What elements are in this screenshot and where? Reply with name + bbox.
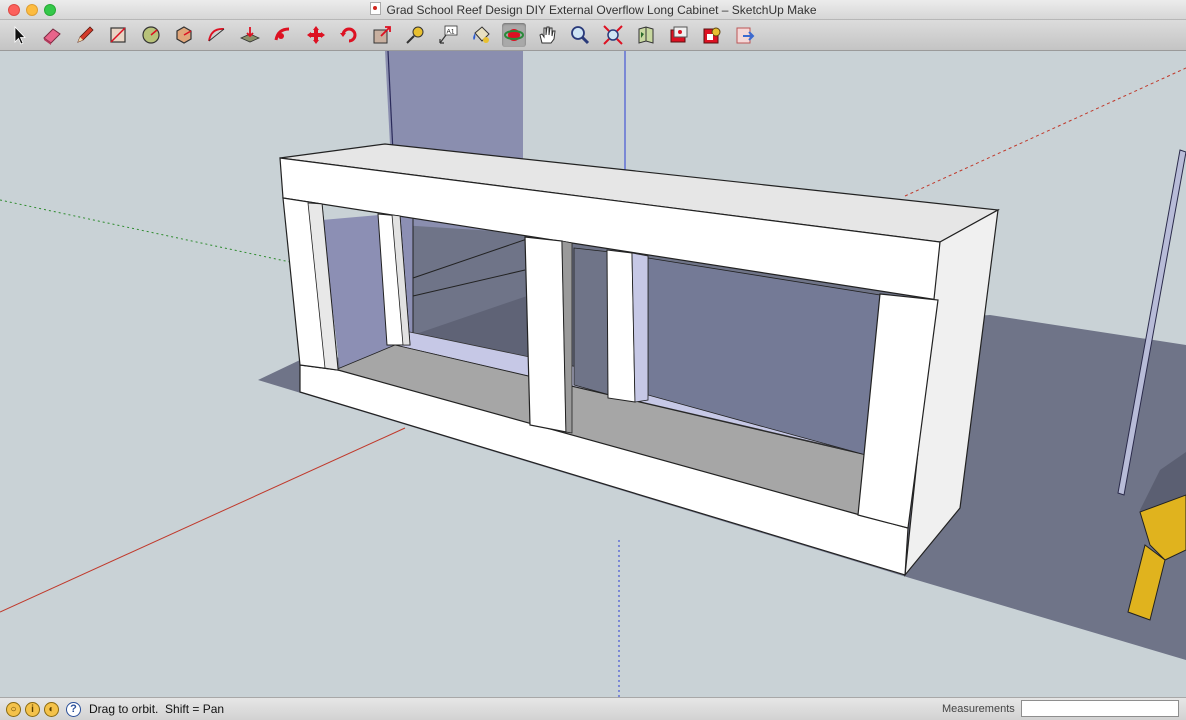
pencil-tool-button[interactable] [73, 23, 97, 47]
rectangle-tool-button[interactable] [106, 23, 130, 47]
share-model-icon [736, 27, 755, 44]
circle-tool-button[interactable] [139, 23, 163, 47]
help-icon[interactable]: ? [66, 702, 81, 717]
get-models-tool-button[interactable] [667, 23, 691, 47]
text-tool-label: A1 [447, 29, 455, 36]
green-axis [0, 199, 291, 263]
get-models-icon [670, 26, 688, 43]
text-tool-button[interactable]: A1 [436, 23, 460, 47]
polygon-tool-button[interactable] [172, 23, 196, 47]
pan-tool-button[interactable] [535, 23, 559, 47]
status-bar: ○ i ◐ ? Drag to orbit. Shift = Pan Measu… [0, 697, 1186, 720]
scale-icon [373, 26, 391, 44]
orbit-icon [504, 29, 524, 41]
follow-me-icon [274, 27, 290, 41]
sketchup-window: Grad School Reef Design DIY External Ove… [0, 0, 1186, 720]
share-model-tool-button[interactable] [733, 23, 757, 47]
eraser-icon [43, 28, 61, 45]
paint-bucket-tool-button[interactable] [469, 23, 493, 47]
polygon-icon [176, 26, 192, 44]
eraser-tool-button[interactable] [40, 23, 64, 47]
orbit-tool-button[interactable] [502, 23, 526, 47]
move-tool-button[interactable] [304, 23, 328, 47]
warehouse-icon [638, 26, 654, 44]
follow-me-tool-button[interactable] [271, 23, 295, 47]
select-tool-button[interactable] [7, 23, 31, 47]
document-icon [369, 2, 381, 15]
center-stile [524, 236, 567, 433]
scale-tool-button[interactable] [370, 23, 394, 47]
text-icon: A1 [439, 25, 458, 44]
rectangle-icon [110, 27, 126, 43]
window-title: Grad School Reef Design DIY External Ove… [386, 3, 817, 17]
move-icon [307, 26, 325, 44]
model-viewport[interactable] [0, 51, 1186, 697]
title-bar: Grad School Reef Design DIY External Ove… [0, 0, 1186, 20]
red-axis [0, 427, 406, 613]
model-scene[interactable] [0, 51, 1186, 697]
measurements-field[interactable] [1021, 700, 1179, 717]
extension-icon [703, 27, 721, 44]
rotate-tool-button[interactable] [337, 23, 361, 47]
zoom-extents-icon [603, 25, 623, 45]
tape-measure-icon [406, 26, 424, 44]
tape-measure-tool-button[interactable] [403, 23, 427, 47]
hand-icon [539, 26, 556, 44]
measurements-label: Measurements [942, 703, 1015, 715]
magnifier-icon [571, 26, 590, 45]
main-toolbar: A1 [0, 20, 1186, 51]
title-area: Grad School Reef Design DIY External Ove… [0, 2, 1186, 17]
zoom-tool-button[interactable] [568, 23, 592, 47]
paint-bucket-icon [473, 26, 490, 43]
push-pull-tool-button[interactable] [238, 23, 262, 47]
zoom-extents-tool-button[interactable] [601, 23, 625, 47]
push-pull-icon [240, 27, 260, 43]
status-hint: Drag to orbit. Shift = Pan [89, 702, 225, 716]
rotate-icon [340, 27, 357, 43]
extension-warehouse-tool-button[interactable] [700, 23, 724, 47]
arc-tool-button[interactable] [205, 23, 229, 47]
arc-icon [208, 28, 225, 42]
geo-location-icon[interactable]: ○ [6, 702, 21, 717]
3d-warehouse-tool-button[interactable] [634, 23, 658, 47]
pencil-icon [77, 26, 94, 43]
user-icon[interactable]: ◐ [44, 702, 59, 717]
circle-icon [142, 26, 160, 44]
credits-icon[interactable]: i [25, 702, 40, 717]
arrow-icon [14, 26, 26, 45]
